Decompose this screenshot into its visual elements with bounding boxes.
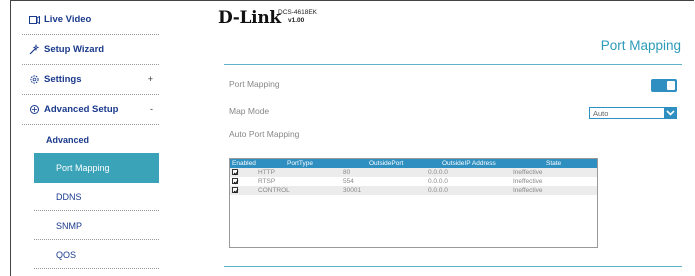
map-mode-value: Auto	[593, 109, 609, 118]
nav-setup-wizard-label: Setup Wizard	[44, 44, 105, 55]
th-outsideport: OutsidePort	[369, 160, 404, 167]
port-mapping-label: Port Mapping	[229, 79, 280, 89]
subnav-port-mapping[interactable]: Port Mapping	[34, 153, 159, 183]
nav-advanced-setup-label: Advanced Setup	[44, 104, 119, 115]
cell-state: Ineffective	[513, 187, 543, 194]
row-enabled-checkbox[interactable]	[232, 169, 239, 176]
subnav-snmp[interactable]: SNMP	[34, 212, 159, 240]
cell-porttype: CONTROL	[258, 187, 290, 194]
video-icon	[28, 14, 40, 26]
nav-live-video[interactable]: Live Video	[22, 5, 159, 35]
subnav-qos-label: QOS	[56, 249, 77, 260]
title-divider	[224, 64, 682, 65]
subnav-ddns-label: DDNS	[56, 191, 82, 202]
table-row: RTSP 554 0.0.0.0 Ineffective	[230, 177, 597, 186]
cell-porttype: RTSP	[258, 178, 276, 185]
sidebar: Live Video Setup Wizard Settings + Advan…	[22, 0, 159, 276]
row-enabled-checkbox[interactable]	[232, 178, 239, 185]
nav-settings-label: Settings	[44, 74, 82, 85]
bottom-divider	[224, 266, 682, 267]
cell-state: Ineffective	[513, 178, 543, 185]
auto-port-mapping-label: Auto Port Mapping	[229, 129, 300, 139]
map-mode-label: Map Mode	[229, 106, 270, 116]
wand-icon	[28, 44, 40, 56]
subnav-port-mapping-label: Port Mapping	[56, 163, 110, 173]
table-row: CONTROL 30001 0.0.0.0 Ineffective	[230, 186, 597, 195]
cell-outsideport: 554	[343, 178, 354, 185]
nav-setup-wizard[interactable]: Setup Wizard	[22, 35, 159, 65]
collapse-icon: -	[150, 104, 153, 114]
cell-outside-ip: 0.0.0.0	[428, 178, 448, 185]
cell-state: Ineffective	[513, 169, 543, 176]
port-mapping-toggle[interactable]	[651, 79, 677, 92]
th-porttype: PortType	[287, 160, 314, 167]
firmware-version: v1.00	[288, 17, 305, 24]
cell-outsideport: 80	[343, 169, 351, 176]
table-row: HTTP 80 0.0.0.0 Ineffective	[230, 168, 597, 177]
th-outside-ip: OutsideIP Address	[442, 160, 496, 167]
th-state: State	[546, 160, 562, 167]
expand-icon: +	[147, 74, 153, 84]
subnav-ddns[interactable]: DDNS	[34, 183, 159, 211]
cell-outsideport: 30001	[343, 187, 362, 194]
port-mapping-table: Enabled PortType OutsidePort OutsideIP A…	[229, 158, 598, 248]
subnav-advanced[interactable]: Advanced	[34, 126, 159, 154]
gear-icon	[28, 74, 40, 86]
gear-advanced-icon	[28, 104, 40, 116]
nav-settings[interactable]: Settings +	[22, 65, 159, 95]
subnav-snmp-label: SNMP	[56, 220, 83, 231]
th-enabled: Enabled	[232, 160, 256, 167]
model-info: DCS-4618EK v1.00	[278, 9, 317, 25]
table-header: Enabled PortType OutsidePort OutsideIP A…	[230, 159, 597, 168]
map-mode-select[interactable]: Auto	[589, 107, 677, 119]
cell-outside-ip: 0.0.0.0	[428, 169, 448, 176]
nav-live-video-label: Live Video	[44, 14, 92, 25]
toggle-knob	[667, 81, 675, 90]
subnav-advanced-label: Advanced	[46, 134, 90, 145]
cell-outside-ip: 0.0.0.0	[428, 187, 448, 194]
chevron-down-icon[interactable]	[664, 107, 677, 119]
dlink-logo: D-Link	[218, 8, 281, 28]
model-name: DCS-4618EK	[278, 9, 318, 16]
cell-porttype: HTTP	[258, 169, 275, 176]
row-enabled-checkbox[interactable]	[232, 187, 239, 194]
page-title: Port Mapping	[600, 38, 681, 53]
subnav-qos[interactable]: QOS	[34, 241, 159, 269]
nav-advanced-setup[interactable]: Advanced Setup -	[22, 95, 159, 125]
